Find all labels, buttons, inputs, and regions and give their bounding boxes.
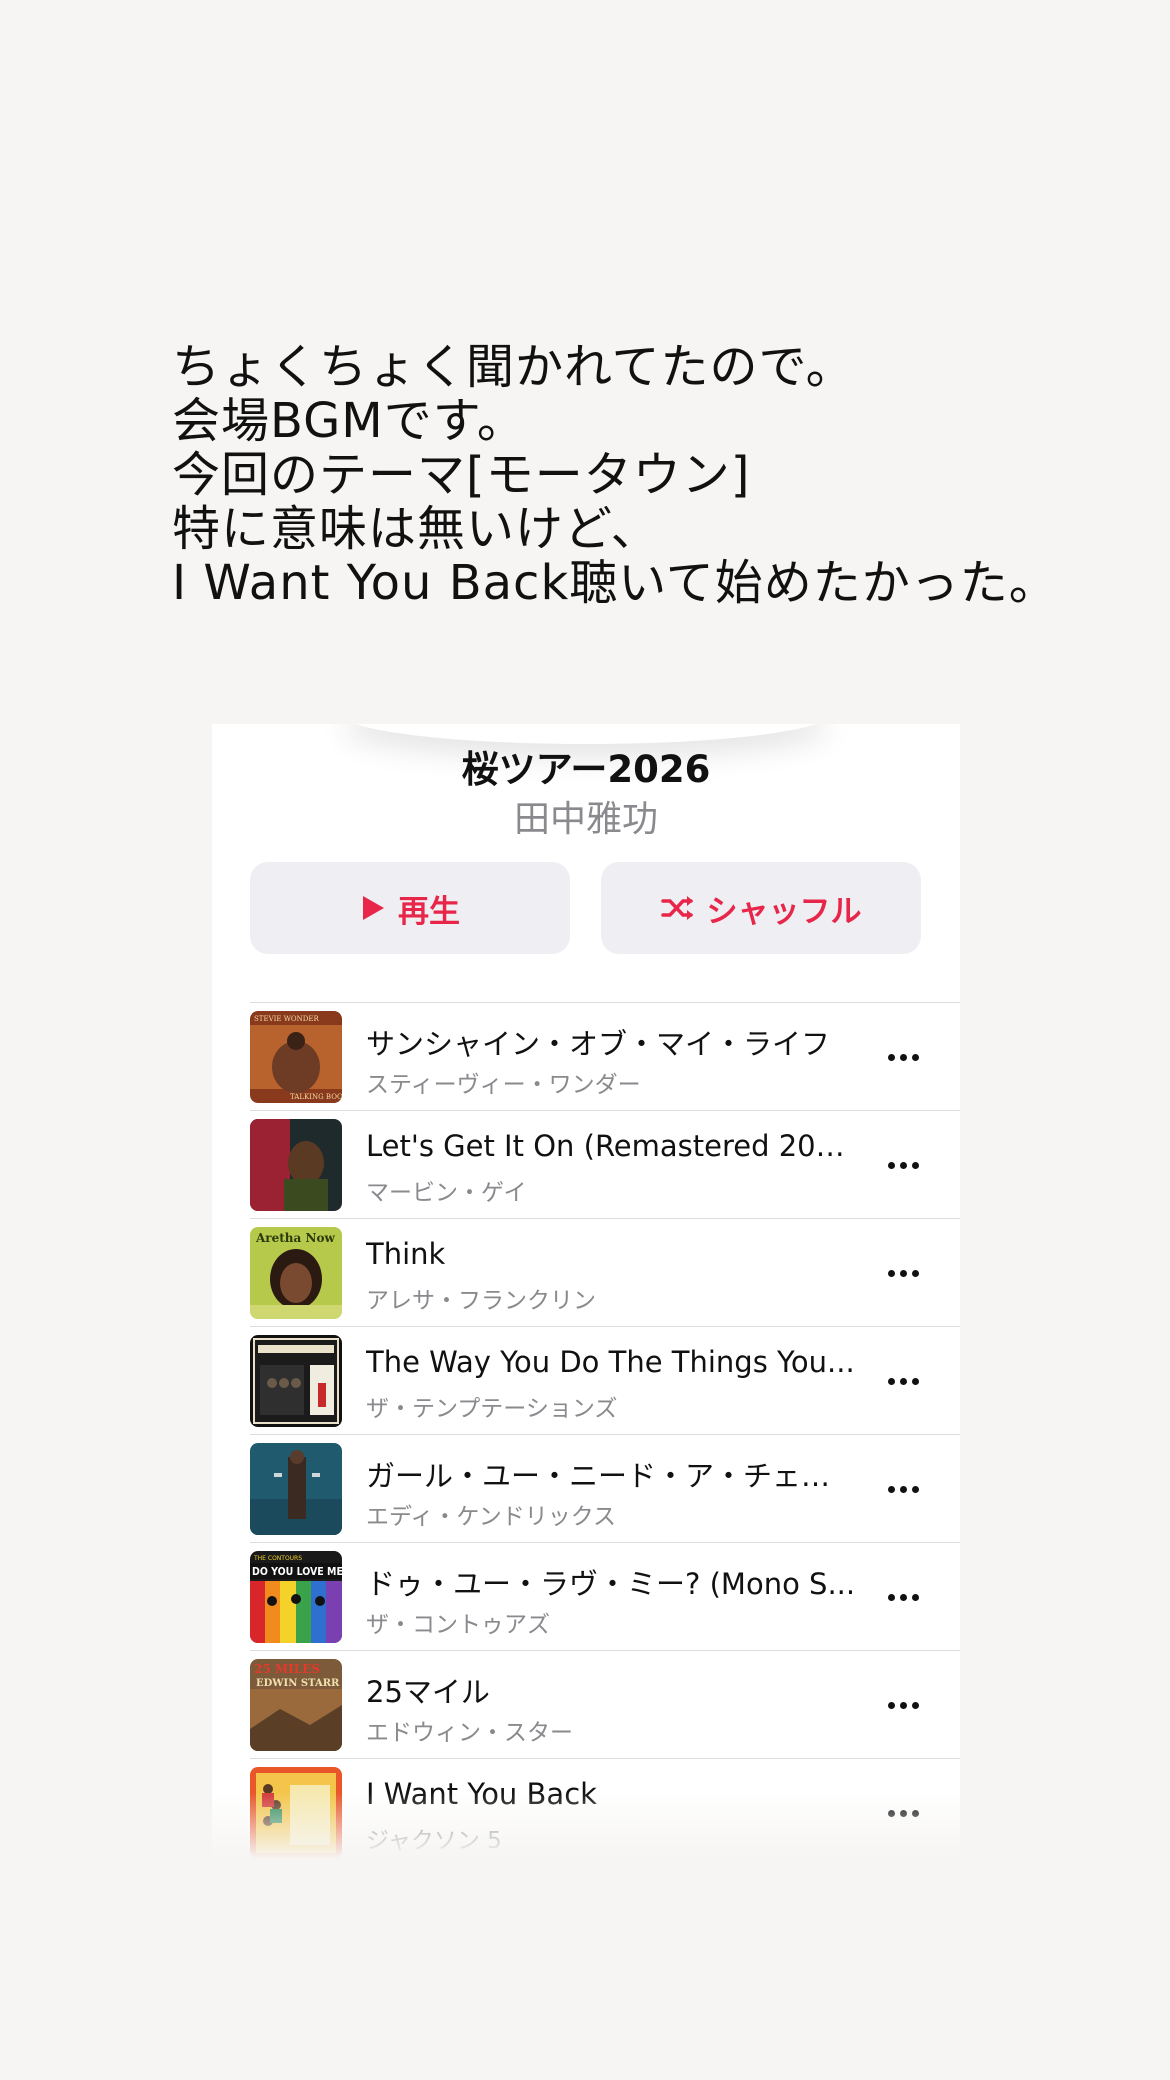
album-art — [250, 1119, 342, 1211]
play-label: 再生 — [398, 893, 460, 930]
more-options-icon[interactable] — [878, 1364, 928, 1398]
track-artist: エディ・ケンドリックス — [366, 1504, 617, 1530]
art-text: 25 MILES — [254, 1662, 320, 1676]
art-text: DO YOU LOVE ME — [252, 1566, 342, 1578]
track-artist: ザ・コントゥアズ — [366, 1612, 550, 1638]
track-title: サンシャイン・オブ・マイ・ライフ — [366, 1027, 831, 1061]
track-row[interactable]: I Want You Back ジャクソン 5 — [250, 1758, 960, 1862]
track-artist: エドウィン・スター — [366, 1720, 573, 1746]
album-art — [250, 1335, 342, 1427]
track-row[interactable]: The Way You Do The Things You... ザ・テンプテー… — [250, 1326, 960, 1434]
shuffle-button[interactable]: シャッフル — [601, 862, 921, 954]
play-button[interactable]: 再生 — [250, 862, 570, 954]
album-art — [250, 1767, 342, 1859]
album-art: 25 MILES EDWIN STARR — [250, 1659, 342, 1751]
track-title: 25マイル — [366, 1675, 490, 1709]
more-options-icon[interactable] — [878, 1148, 928, 1182]
track-title: I Want You Back — [366, 1777, 597, 1811]
art-text: THE CONTOURS — [253, 1555, 302, 1562]
caption-line: I Want You Back聴いて始めたかった。 — [172, 555, 1058, 611]
track-title: Think — [366, 1237, 446, 1271]
caption-line: 特に意味は無いけど、 — [172, 501, 660, 557]
track-artist: マービン・ゲイ — [366, 1180, 527, 1206]
playlist-curator[interactable]: 田中雅功 — [212, 790, 960, 842]
caption-line: ちょくちょく聞かれてたので。 — [172, 339, 855, 395]
caption-line: 今回のテーマ[モータウン] — [172, 447, 751, 503]
art-text: STEVIE WONDER — [254, 1015, 320, 1023]
track-row[interactable]: 25 MILES EDWIN STARR 25マイル エドウィン・スター — [250, 1650, 960, 1758]
track-artist: スティーヴィー・ワンダー — [366, 1072, 641, 1098]
more-options-icon[interactable] — [878, 1796, 928, 1830]
track-row[interactable]: Aretha Now Think アレサ・フランクリン — [250, 1218, 960, 1326]
art-text: EDWIN STARR — [256, 1678, 340, 1689]
track-row[interactable]: THE CONTOURS DO YOU LOVE ME ドゥ・ユー・ラヴ・ミー?… — [250, 1542, 960, 1650]
more-options-icon[interactable] — [878, 1256, 928, 1290]
art-text: TALKING BOOK — [290, 1093, 342, 1101]
album-art: Aretha Now — [250, 1227, 342, 1319]
track-artist: アレサ・フランクリン — [366, 1288, 596, 1314]
caption-line: 会場BGMです。 — [172, 393, 526, 449]
track-list: STEVIE WONDER TALKING BOOK サンシャイン・オブ・マイ・… — [250, 1002, 960, 1862]
story-caption: ちょくちょく聞かれてたので。 会場BGMです。 今回のテーマ[モータウン] 特に… — [172, 340, 1072, 610]
album-art — [250, 1443, 342, 1535]
more-options-icon[interactable] — [878, 1472, 928, 1506]
track-title: ガール・ユー・ニード・ア・チェ… — [366, 1459, 831, 1493]
track-row[interactable]: ガール・ユー・ニード・ア・チェ… エディ・ケンドリックス — [250, 1434, 960, 1542]
shuffle-label: シャッフル — [706, 893, 862, 930]
playlist-title: 桜ツアー2026 — [461, 748, 711, 791]
more-options-icon[interactable] — [878, 1580, 928, 1614]
play-icon — [363, 896, 384, 920]
playlist-card: 桜ツアー2026 田中雅功 再生 シャッフル STEVIE WONDER TAL… — [212, 724, 960, 1862]
album-art: STEVIE WONDER TALKING BOOK — [250, 1011, 342, 1103]
more-options-icon[interactable] — [878, 1688, 928, 1722]
track-title: Let's Get It On (Remastered 2003) — [366, 1129, 856, 1163]
track-row[interactable]: Let's Get It On (Remastered 2003) マービン・ゲ… — [250, 1110, 960, 1218]
track-title: ドゥ・ユー・ラヴ・ミー? (Mono S... — [366, 1567, 856, 1601]
track-artist: ザ・テンプテーションズ — [366, 1396, 618, 1422]
track-title: The Way You Do The Things You... — [366, 1345, 855, 1379]
shuffle-icon — [660, 896, 693, 920]
art-text: Aretha Now — [255, 1231, 335, 1245]
track-row[interactable]: STEVIE WONDER TALKING BOOK サンシャイン・オブ・マイ・… — [250, 1002, 960, 1110]
track-artist: ジャクソン 5 — [366, 1828, 502, 1854]
more-options-icon[interactable] — [878, 1040, 928, 1074]
album-art: THE CONTOURS DO YOU LOVE ME — [250, 1551, 342, 1643]
